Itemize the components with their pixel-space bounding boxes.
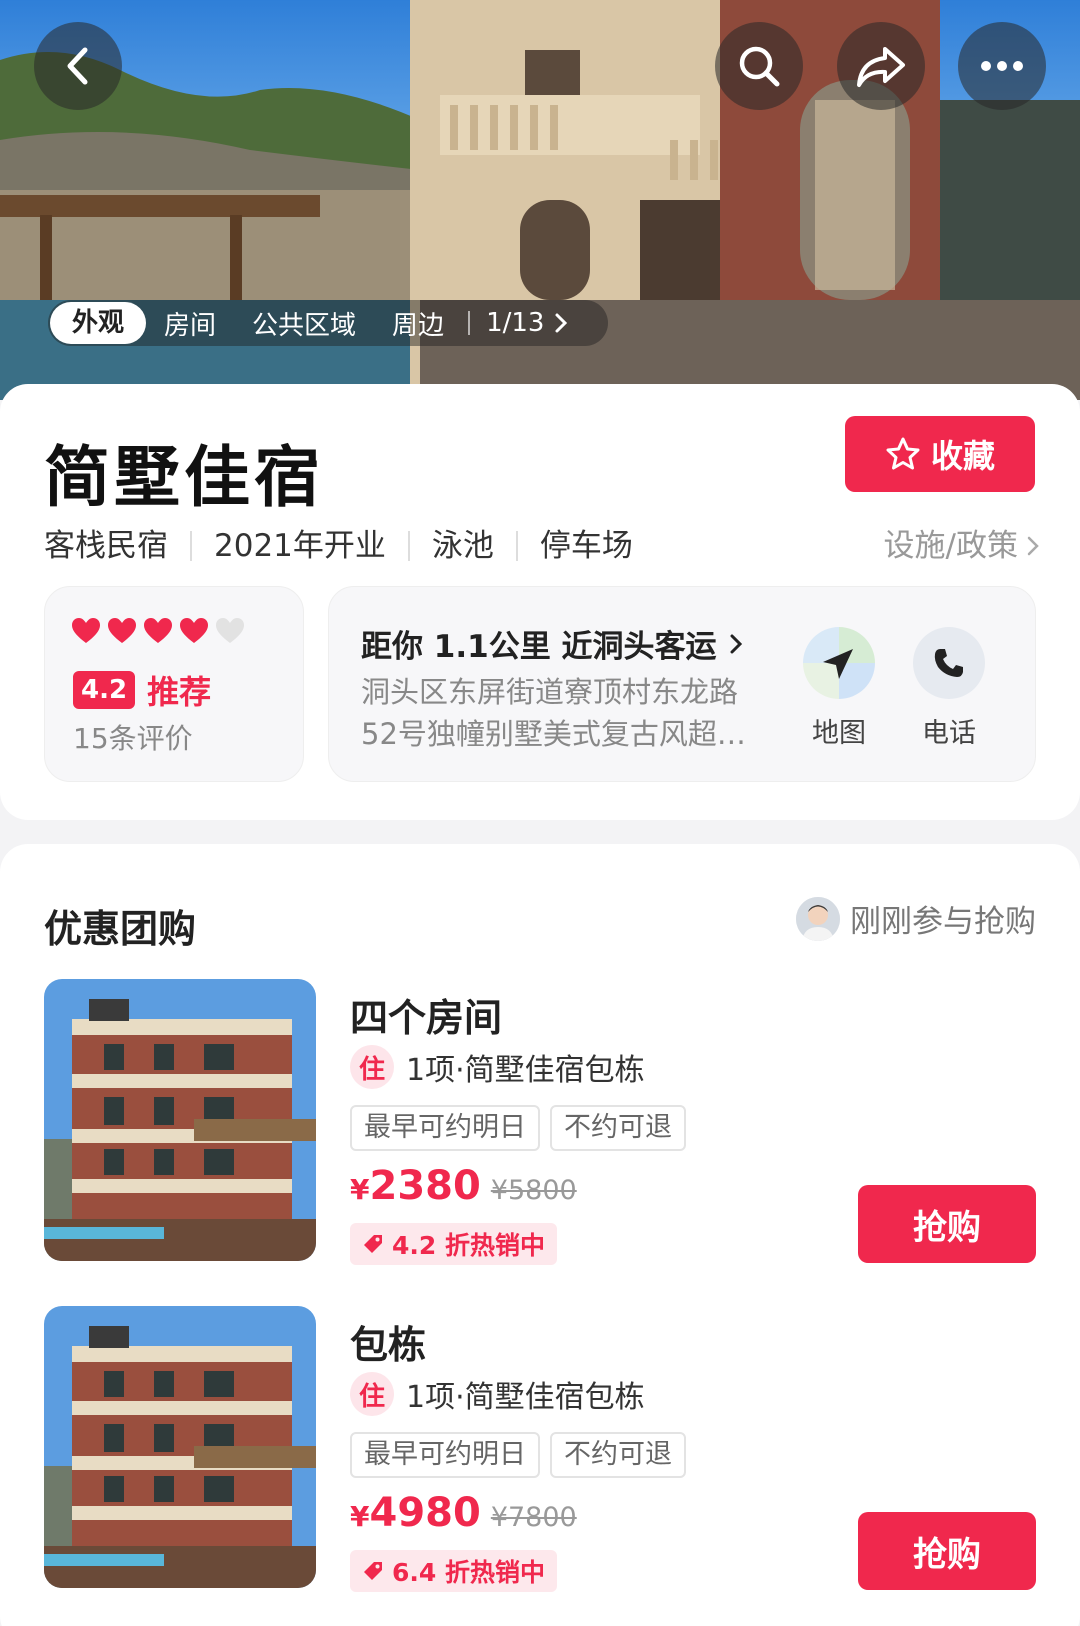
discount-badge: 4.2 折热销中 [350,1223,557,1265]
score-badge: 4.2 [73,671,136,709]
hotel-info-card: 简墅佳宿 收藏 客栈民宿 2021年开业 泳池 停车场 设施/政策 4.2 推荐 [0,384,1080,820]
facility-policy-link[interactable]: 设施/政策 [884,524,1040,568]
distance-text: 距你 1.1公里 近洞头客运 [361,629,717,665]
group-deals-section: 优惠团购 刚刚参与抢购 四个房间 住 1项·简墅佳宿包栋 最早可约明日 不约可退… [0,844,1080,1626]
score-row: 4.2 推荐 [73,667,211,713]
facility-policy-label: 设施/政策 [883,528,1018,564]
deal-price: ¥2380 [350,1163,481,1209]
back-button[interactable] [34,22,122,110]
avatar [796,896,840,941]
hotel-tag: 2021年开业 [190,531,408,562]
search-icon [739,46,780,87]
hotel-name: 简墅佳宿 [44,439,324,516]
distance-row: 距你 1.1公里 近洞头客运 [361,621,743,666]
map-label: 地图 [812,718,866,749]
rating-summary[interactable]: 4.2 推荐 15条评价 [44,586,304,782]
deal-item-text: 1项·简墅佳宿包栋 [406,1053,645,1088]
hero-photo[interactable]: 外观 房间 公共区域 周边 1/13 [0,0,1080,400]
address-card[interactable]: 距你 1.1公里 近洞头客运 洞头区东屏街道寮顶村东龙路52号独幢别墅美式复古风… [328,586,1036,782]
price-row: ¥4980 ¥7800 [350,1490,577,1536]
price-tag-icon [364,1562,382,1580]
chevron-right-icon [555,313,568,333]
deal-tags: 最早可约明日 不约可退 [350,1432,686,1478]
chevron-right-icon [730,634,742,653]
heart-icon [108,618,136,643]
deal-tag: 不约可退 [550,1105,686,1151]
stay-badge: 住 [350,1372,394,1416]
photo-tab-surroundings[interactable]: 周边 [374,305,462,342]
deal-price: ¥4980 [350,1490,481,1536]
favorite-button[interactable]: 收藏 [845,416,1035,492]
price-value: 2380 [369,1163,481,1209]
deal-name: 包栋 [350,1323,427,1367]
discount-badge: 6.4 折热销中 [350,1550,557,1592]
hotel-tag: 客栈民宿 [44,528,168,564]
photo-category-tabs: 外观 房间 公共区域 周边 1/13 [48,300,608,346]
phone-icon [934,649,963,677]
deal-tag: 最早可约明日 [350,1105,540,1151]
photo-tab-exterior[interactable]: 外观 [50,302,147,344]
deal-image [44,1306,316,1588]
original-price: ¥5800 [490,1175,577,1206]
search-button[interactable] [715,22,803,110]
navigate-icon [823,649,853,679]
map-button[interactable]: 地图 [799,627,879,750]
share-icon [857,47,905,87]
user-avatar-icon [796,896,840,941]
deal-name: 四个房间 [350,996,503,1040]
recent-text: 刚刚参与抢购 [850,904,1036,940]
price-row: ¥2380 ¥5800 [350,1163,577,1209]
currency-symbol: ¥ [350,1500,370,1533]
phone-button[interactable]: 电话 [909,627,989,750]
original-price: ¥7800 [490,1502,577,1533]
price-tag-icon [364,1235,382,1253]
share-button[interactable] [837,22,925,110]
currency-symbol: ¥ [350,1173,370,1206]
hotel-tags: 客栈民宿 2021年开业 泳池 停车场 设施/政策 [44,524,1040,568]
hotel-tag: 停车场 [515,531,655,562]
buy-button[interactable]: 抢购 [858,1185,1036,1263]
deal-tag: 最早可约明日 [350,1432,540,1478]
deal-item-row: 住 1项·简墅佳宿包栋 [350,1045,645,1089]
stay-badge: 住 [350,1045,394,1089]
deal-card[interactable]: 包栋 住 1项·简墅佳宿包栋 最早可约明日 不约可退 ¥4980 ¥7800 6… [44,1306,1036,1592]
favorite-label: 收藏 [930,437,995,475]
deal-tags: 最早可约明日 不约可退 [350,1105,686,1151]
villa-thumbnail [44,1306,316,1588]
heart-icon [180,618,208,643]
chevron-right-icon [1027,536,1039,556]
phone-icon-wrap [913,627,985,699]
deal-image [44,979,316,1261]
recent-buyers: 刚刚参与抢购 [796,896,1036,941]
more-button[interactable] [958,22,1046,110]
buy-button[interactable]: 抢购 [858,1512,1036,1590]
photo-tab-public[interactable]: 公共区域 [234,305,374,342]
heart-icon [72,618,100,643]
deals-title: 优惠团购 [44,907,197,951]
star-icon [886,437,920,470]
price-value: 4980 [369,1490,481,1536]
photo-counter-text: 1/13 [486,308,545,338]
score-label: 推荐 [147,673,212,711]
review-count: 15条评价 [73,722,193,755]
heart-icon [144,618,172,643]
deal-tag: 不约可退 [550,1432,686,1478]
photo-tab-rooms[interactable]: 房间 [146,305,234,342]
heart-icon [216,618,244,643]
deal-item-text: 1项·简墅佳宿包栋 [406,1380,645,1415]
deal-item-row: 住 1项·简墅佳宿包栋 [350,1372,645,1416]
address-text: 洞头区东屏街道寮顶村东龙路52号独幢别墅美式复古风超… [361,675,746,751]
back-icon [67,47,88,85]
discount-text: 4.2 折热销中 [392,1231,545,1260]
map-icon-wrap [803,627,875,699]
photo-counter[interactable]: 1/13 [468,308,568,338]
phone-label: 电话 [922,718,976,749]
villa-thumbnail [44,979,316,1261]
heart-rating [71,617,245,645]
deal-card[interactable]: 四个房间 住 1项·简墅佳宿包栋 最早可约明日 不约可退 ¥2380 ¥5800… [44,979,1036,1265]
more-icon [981,61,1023,71]
discount-text: 6.4 折热销中 [392,1558,545,1587]
hotel-tag: 泳池 [407,531,516,562]
